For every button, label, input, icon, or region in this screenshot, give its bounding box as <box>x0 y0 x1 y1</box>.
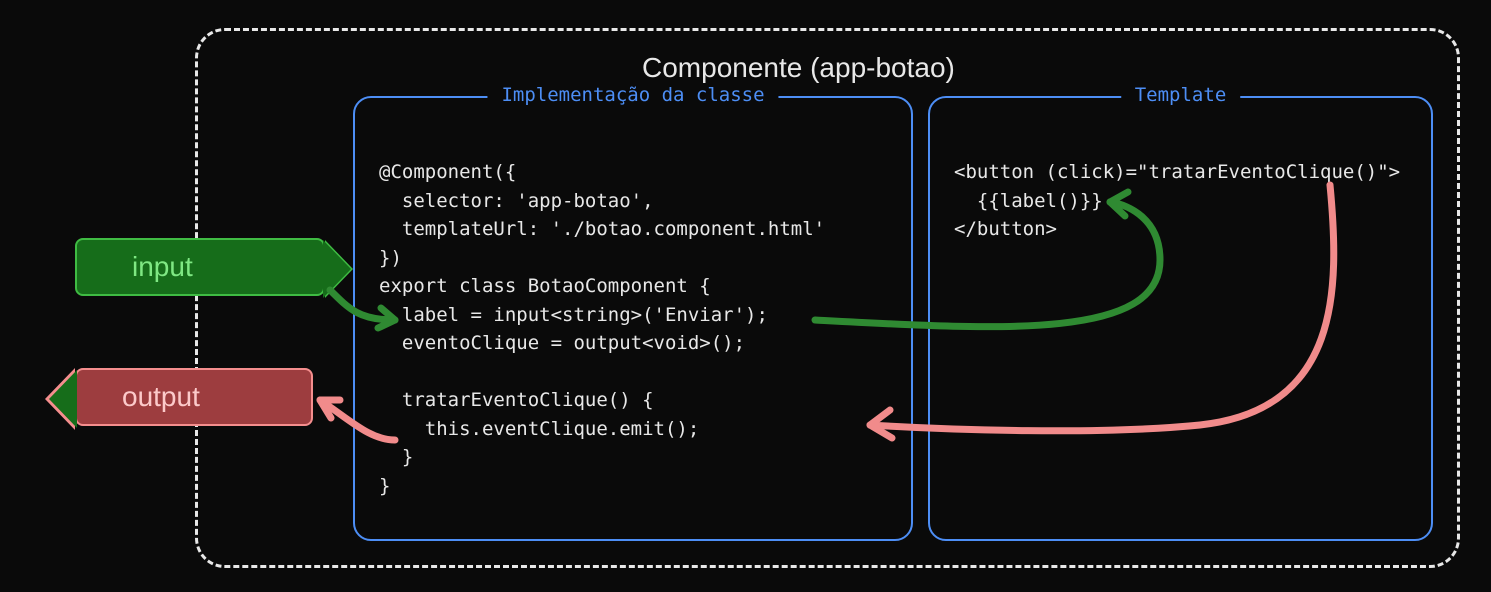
template-panel: Template <button (click)="tratarEventoCl… <box>928 96 1433 541</box>
class-code: @Component({ selector: 'app-botao', temp… <box>379 158 825 500</box>
template-code: <button (click)="tratarEventoClique()"> … <box>954 158 1400 244</box>
template-panel-title: Template <box>1121 84 1241 106</box>
output-tag-label: output <box>122 381 200 413</box>
component-title: Componente (app-botao) <box>630 52 967 84</box>
input-tag-label: input <box>132 251 193 283</box>
output-tag: output <box>75 368 313 426</box>
input-tag: input <box>75 238 325 296</box>
class-panel: Implementação da classe @Component({ sel… <box>353 96 913 541</box>
class-panel-title: Implementação da classe <box>487 84 778 106</box>
